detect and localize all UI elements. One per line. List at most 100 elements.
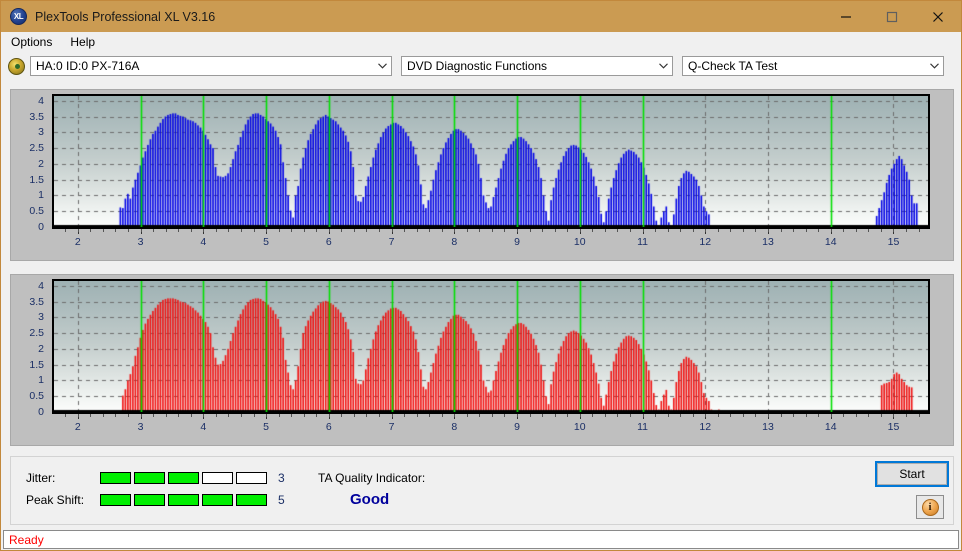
y-tick-label: 3 <box>38 311 44 324</box>
x-minor-tick <box>668 229 669 232</box>
x-minor-tick <box>881 414 882 417</box>
x-minor-tick <box>542 229 543 232</box>
y-tick-label: 0.5 <box>29 390 44 403</box>
x-minor-tick <box>454 229 455 232</box>
x-minor-tick <box>919 229 920 232</box>
x-minor-tick <box>768 414 769 417</box>
meter-segment <box>134 494 165 506</box>
start-button[interactable]: Start <box>875 461 949 487</box>
x-minor-tick <box>517 229 518 232</box>
x-tick-label: 2 <box>74 236 81 248</box>
chevron-down-icon <box>655 63 672 69</box>
x-minor-tick <box>291 414 292 417</box>
x-minor-tick <box>442 229 443 232</box>
x-minor-tick <box>153 414 154 417</box>
ta-quality-indicator-label: TA Quality Indicator: <box>318 471 426 485</box>
x-minor-tick <box>881 229 882 232</box>
x-minor-tick <box>203 229 204 232</box>
x-tick-label: 14 <box>824 421 837 433</box>
test-select[interactable]: Q-Check TA Test <box>682 56 944 76</box>
x-minor-tick <box>479 414 480 417</box>
x-minor-tick <box>228 414 229 417</box>
y-tick-label: 1 <box>38 374 44 387</box>
x-minor-tick <box>254 229 255 232</box>
x-minor-tick <box>266 229 267 232</box>
ta-quality-indicator-value: Good <box>350 491 390 508</box>
y-tick-label: 0.5 <box>29 205 44 218</box>
x-minor-tick <box>705 229 706 232</box>
app-icon: XL <box>10 8 27 25</box>
drive-select[interactable]: HA:0 ID:0 PX-716A <box>30 56 392 76</box>
x-minor-tick <box>504 229 505 232</box>
x-minor-tick <box>567 414 568 417</box>
peak-shift-chart-panel: 0 0.5 1 1.5 2 2.5 3 3.5 4 2 3 4 5 6 7 8 9 10 11 12 13 14 15 <box>10 274 954 446</box>
x-minor-tick <box>454 414 455 417</box>
x-tick-label: 10 <box>573 236 586 248</box>
x-tick-label: 9 <box>514 421 520 433</box>
window-controls <box>823 1 961 32</box>
x-tick-label: 7 <box>388 421 395 433</box>
x-minor-tick <box>65 414 66 417</box>
x-minor-tick <box>755 229 756 232</box>
status-bar: Ready <box>3 530 959 549</box>
x-minor-tick <box>567 229 568 232</box>
x-tick-label: 3 <box>137 421 144 433</box>
x-minor-tick <box>743 414 744 417</box>
meter-value: 5 <box>278 493 285 507</box>
x-minor-tick <box>291 229 292 232</box>
y-tick-label: 2 <box>38 157 44 170</box>
x-minor-tick <box>781 229 782 232</box>
meter-segment <box>202 494 233 506</box>
x-minor-tick <box>592 229 593 232</box>
x-minor-tick <box>555 414 556 417</box>
meter-segment <box>168 472 199 484</box>
close-button[interactable] <box>915 1 961 32</box>
function-select[interactable]: DVD Diagnostic Functions <box>401 56 673 76</box>
x-tick-label: 6 <box>325 421 332 433</box>
x-minor-tick <box>467 229 468 232</box>
x-tick-label: 15 <box>887 236 900 248</box>
x-tick-label: 6 <box>325 236 332 248</box>
x-minor-tick <box>115 414 116 417</box>
title-bar: XL PlexTools Professional XL V3.16 <box>1 1 961 32</box>
x-minor-tick <box>693 229 694 232</box>
x-minor-tick <box>90 229 91 232</box>
meter-segment <box>202 472 233 484</box>
x-tick-label: 5 <box>263 421 269 433</box>
menu-item-options[interactable]: Options <box>9 34 60 51</box>
x-minor-tick <box>128 414 129 417</box>
x-minor-tick <box>141 414 142 417</box>
x-minor-tick <box>893 229 894 232</box>
x-minor-tick <box>128 229 129 232</box>
meter-value: 3 <box>278 471 285 485</box>
x-tick-label: 14 <box>824 236 837 248</box>
x-minor-tick <box>241 414 242 417</box>
results-bar: Jitter: 3 Peak Shift: 5 TA Quality Indic… <box>10 456 954 525</box>
x-minor-tick <box>793 414 794 417</box>
peak-shift-chart-x-axis: 2 3 4 5 6 7 8 9 10 11 12 13 14 15 <box>11 421 953 439</box>
maximize-button[interactable] <box>869 1 915 32</box>
menu-bar: Options Help <box>1 32 961 52</box>
x-tick-label: 8 <box>451 421 458 433</box>
info-button[interactable]: i <box>916 495 944 519</box>
x-minor-tick <box>818 229 819 232</box>
x-minor-tick <box>768 229 769 232</box>
x-minor-tick <box>668 414 669 417</box>
x-minor-tick <box>216 414 217 417</box>
menu-item-help[interactable]: Help <box>68 34 103 51</box>
x-minor-tick <box>655 414 656 417</box>
x-minor-tick <box>279 229 280 232</box>
x-minor-tick <box>592 414 593 417</box>
y-tick-label: 3.5 <box>29 110 44 123</box>
y-tick-label: 2.5 <box>29 142 44 155</box>
x-minor-tick <box>191 229 192 232</box>
x-minor-tick <box>141 229 142 232</box>
x-minor-tick <box>316 229 317 232</box>
x-minor-tick <box>65 229 66 232</box>
jitter-chart-panel: 0 0.5 1 1.5 2 2.5 3 3.5 4 2 3 4 5 6 7 8 9 10 11 12 13 14 15 <box>10 89 954 261</box>
minimize-button[interactable] <box>823 1 869 32</box>
x-minor-tick <box>693 414 694 417</box>
x-minor-tick <box>216 229 217 232</box>
x-minor-tick <box>329 414 330 417</box>
x-minor-tick <box>730 229 731 232</box>
